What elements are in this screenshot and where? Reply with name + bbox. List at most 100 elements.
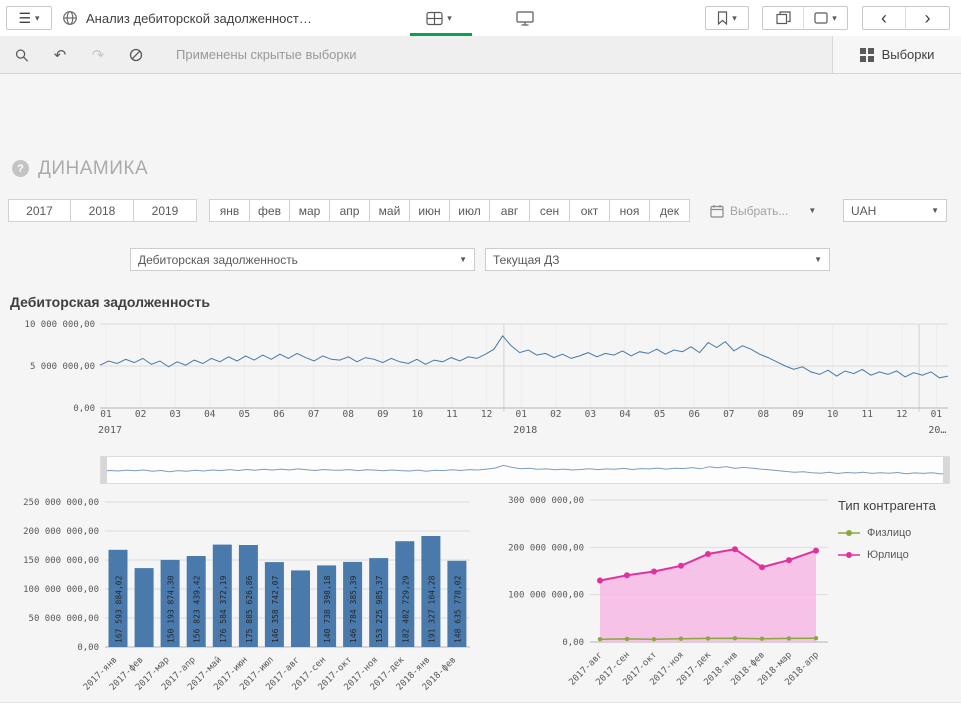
selections-tool-button[interactable]: Выборки [832,36,961,73]
svg-text:300 000 000,00: 300 000 000,00 [508,496,584,506]
filter-month-nov[interactable]: ноя [609,199,650,222]
svg-text:05: 05 [239,409,250,420]
sheet-icon [426,11,443,26]
filter-month-jul[interactable]: июл [449,199,490,222]
storytelling-button[interactable] [510,6,540,30]
svg-text:100 000 000,00: 100 000 000,00 [508,591,584,601]
svg-text:5 000 000,00: 5 000 000,00 [30,362,95,372]
svg-text:01: 01 [515,409,527,420]
calendar-icon [710,204,724,218]
hamburger-icon: ☰ [18,11,31,25]
legend-title: Тип контрагента [838,498,956,513]
filter-month-oct[interactable]: окт [569,199,610,222]
legend-swatch-magenta [838,550,860,560]
currency-dropdown[interactable]: UAH ▼ [843,199,947,222]
top-toolbar: ☰ ▾ Анализ дебиторской задолженност… ▾ [0,0,961,37]
svg-text:09: 09 [377,409,389,420]
svg-text:2017: 2017 [98,425,122,436]
filter-month-may[interactable]: май [369,199,410,222]
svg-text:200 000 000,00: 200 000 000,00 [508,543,584,553]
filter-month-aug[interactable]: авг [489,199,530,222]
measure-dropdown[interactable]: Дебиторская задолженность ▼ [130,248,475,271]
chart-monthly-bars[interactable]: 0,0050 000 000,00100 000 000,00150 000 0… [0,490,478,704]
svg-text:20…: 20… [928,425,946,436]
svg-text:08: 08 [342,409,354,420]
filter-year-2018[interactable]: 2018 [70,199,134,222]
svg-text:50 000 000,00: 50 000 000,00 [29,614,99,624]
global-menu-button[interactable]: ☰ ▾ [6,6,52,30]
svg-text:11: 11 [446,409,458,420]
app-logo-icon [62,10,78,26]
bookmarks-button[interactable]: ▾ [705,6,749,30]
svg-text:148 635 778,02: 148 635 778,02 [453,575,462,643]
date-picker[interactable]: Выбрать... ▼ [710,199,820,222]
currency-value: UAH [851,204,876,218]
filter-month-sep[interactable]: сен [529,199,570,222]
chevron-right-icon: › [925,9,931,27]
svg-text:0,00: 0,00 [77,643,99,653]
prev-sheet-button[interactable]: ‹ [863,7,906,29]
svg-text:06: 06 [688,409,700,420]
caret-down-icon: ▼ [931,206,939,215]
footer-strip [0,702,961,723]
svg-text:12: 12 [481,409,492,420]
duplicate-sheet-button[interactable] [763,7,804,29]
filter-month-jan[interactable]: янв [209,199,250,222]
chart-receivables-trend[interactable]: 0102030405060708091011120102030405060708… [0,316,961,448]
grid-icon [860,48,874,62]
filter-month-dec[interactable]: дек [649,199,690,222]
presentation-icon [516,11,534,26]
sheet-canvas: ? ДИНАМИКА 2017 2018 2019 янв фев мар ап… [0,74,961,702]
filter-year-2017[interactable]: 2017 [8,199,71,222]
filter-year-2019[interactable]: 2019 [133,199,197,222]
svg-text:05: 05 [654,409,665,420]
svg-text:100 000 000,00: 100 000 000,00 [23,585,99,595]
undo-icon: ↶ [54,46,67,64]
chevron-left-icon: ‹ [881,9,887,27]
filter-month-mar[interactable]: мар [289,199,330,222]
smart-search-button[interactable] [8,43,36,67]
svg-text:175 885 626,86: 175 885 626,86 [245,575,254,643]
svg-text:0,00: 0,00 [562,638,584,648]
redo-icon: ↷ [92,46,105,64]
app-title: Анализ дебиторской задолженност… [86,11,312,26]
sheet-list-button[interactable]: ▾ [804,7,847,29]
svg-text:03: 03 [585,409,596,420]
legend-counterparty-type: Тип контрагента Физлицо Юрлицо [838,498,956,571]
search-icon [14,47,30,64]
svg-text:06: 06 [273,409,285,420]
sheets-button[interactable]: ▾ [416,6,462,30]
svg-text:150 193 874,30: 150 193 874,30 [167,575,176,643]
selections-forward-button[interactable]: ↷ [84,43,112,67]
sheet-icon [814,12,828,24]
filter-month-jun[interactable]: июн [409,199,450,222]
filter-month-feb[interactable]: фев [249,199,290,222]
caret-down-icon: ▾ [447,14,452,23]
clear-all-icon [128,47,144,63]
sheet-nav-group: ‹ › [862,6,950,30]
selections-back-button[interactable]: ↶ [46,43,74,67]
svg-text:200 000 000,00: 200 000 000,00 [23,527,99,537]
chart-by-counterparty[interactable]: 0,00 100 000 000,00 200 000 000,00 300 000 … [478,490,838,704]
caret-down-icon: ▼ [814,255,822,264]
svg-text:140 738 398,18: 140 738 398,18 [323,575,332,643]
svg-text:07: 07 [723,409,734,420]
debt-type-dropdown[interactable]: Текущая ДЗ ▼ [485,248,830,271]
svg-text:10 000 000,00: 10 000 000,00 [25,320,95,330]
selections-bar: ↶ ↷ Применены скрытые выборки Выборки [0,36,961,74]
svg-text:10: 10 [412,409,424,420]
filter-month-apr[interactable]: апр [329,199,370,222]
legend-item-yurlico[interactable]: Юрлицо [838,549,956,561]
help-icon[interactable]: ? [12,160,29,177]
svg-text:09: 09 [792,409,804,420]
legend-label: Юрлицо [867,549,909,561]
svg-text:02: 02 [550,409,561,420]
svg-text:146 784 385,39: 146 784 385,39 [349,575,358,643]
caret-down-icon: ▼ [459,255,467,264]
clear-selections-button[interactable] [122,43,150,67]
bookmark-icon [717,11,728,25]
next-sheet-button[interactable]: › [906,7,949,29]
legend-item-fizlico[interactable]: Физлицо [838,527,956,539]
trend-chart-navigator[interactable] [100,456,950,484]
svg-text:08: 08 [758,409,770,420]
